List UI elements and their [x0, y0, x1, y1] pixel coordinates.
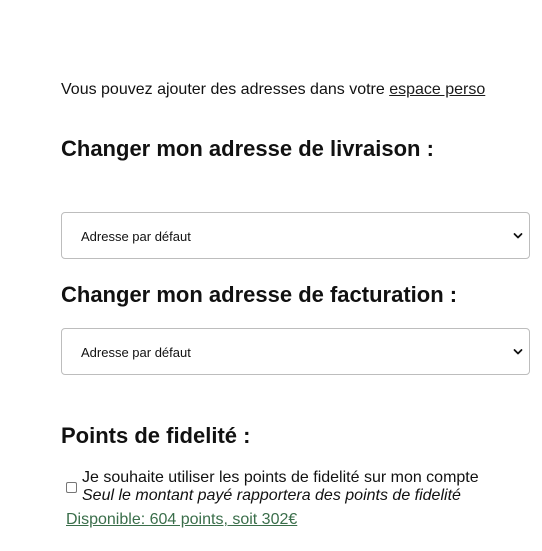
use-loyalty-points-label[interactable]: Je souhaite utiliser les points de fidel… — [82, 469, 479, 487]
billing-address-selected-value: Adresse par défaut — [81, 345, 191, 360]
intro-text-label: Vous pouvez ajouter des adresses dans vo… — [61, 81, 390, 98]
billing-address-select[interactable]: Adresse par défaut — [61, 328, 530, 375]
intro-text: Vous pouvez ajouter des adresses dans vo… — [61, 80, 485, 100]
delivery-address-heading: Changer mon adresse de livraison : — [61, 136, 434, 161]
loyalty-points-note: Seul le montant payé rapportera des poin… — [82, 487, 461, 504]
loyalty-points-heading: Points de fidelité : — [61, 423, 251, 448]
espace-perso-link[interactable]: espace perso — [389, 81, 485, 98]
delivery-address-selected-value: Adresse par défaut — [81, 229, 191, 244]
billing-address-heading: Changer mon adresse de facturation : — [61, 282, 458, 307]
chevron-down-icon — [513, 349, 523, 355]
delivery-address-select[interactable]: Adresse par défaut — [61, 212, 530, 259]
chevron-down-icon — [513, 233, 523, 239]
available-points-link[interactable]: Disponible: 604 points, soit 302€ — [66, 510, 297, 530]
use-loyalty-points-checkbox[interactable] — [66, 482, 77, 493]
